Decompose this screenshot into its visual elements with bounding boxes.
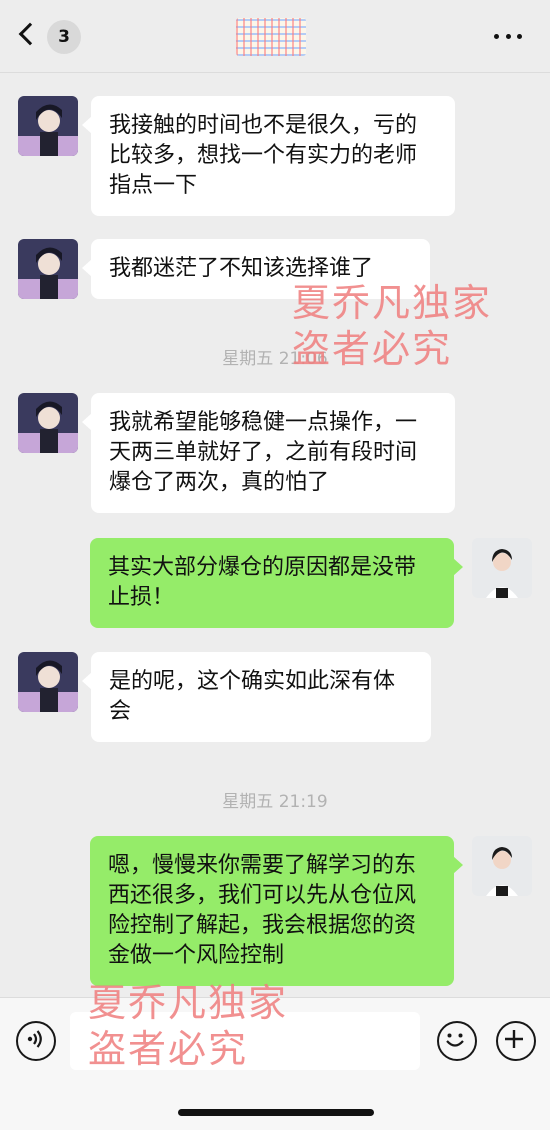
message-bubble[interactable]: 我接触的时间也不是很久，亏的比较多，想找一个有实力的老师指点一下 bbox=[82, 96, 455, 216]
message-bubble[interactable]: 是的呢，这个确实如此深有体会 bbox=[82, 652, 431, 742]
timestamp: 星期五 21:06 bbox=[222, 349, 328, 369]
message-bubble[interactable]: 我都迷茫了不知该选择谁了 bbox=[82, 239, 430, 299]
input-bar bbox=[0, 997, 550, 1130]
message-bubble[interactable]: 我就希望能够稳健一点操作，一天两三单就好了，之前有段时间爆仓了两次，真的怕了 bbox=[82, 393, 455, 513]
message-bubble[interactable]: 其实大部分爆仓的原因都是没带止损！ bbox=[90, 538, 463, 628]
timestamp: 星期五 21:19 bbox=[222, 792, 328, 812]
avatar[interactable] bbox=[18, 239, 78, 299]
chat-header: 3 bbox=[0, 0, 550, 73]
message-input[interactable] bbox=[70, 1012, 420, 1070]
more-dots-icon[interactable] bbox=[494, 34, 522, 40]
plus-icon[interactable] bbox=[496, 1021, 536, 1061]
avatar[interactable] bbox=[18, 652, 78, 712]
message-bubble[interactable]: 嗯，慢慢来你需要了解学习的东西还很多，我们可以先从仓位风险控制了解起，我会根据您… bbox=[90, 836, 463, 986]
voice-icon[interactable] bbox=[16, 1021, 56, 1061]
avatar[interactable] bbox=[18, 96, 78, 156]
avatar[interactable] bbox=[18, 393, 78, 453]
home-indicator bbox=[178, 1109, 374, 1116]
avatar[interactable] bbox=[472, 538, 532, 598]
avatar[interactable] bbox=[472, 836, 532, 896]
chevron-left-icon[interactable] bbox=[18, 22, 42, 46]
emoji-icon[interactable] bbox=[437, 1021, 477, 1061]
chat-title-mosaic bbox=[236, 18, 306, 56]
unread-count-badge[interactable]: 3 bbox=[47, 20, 81, 54]
